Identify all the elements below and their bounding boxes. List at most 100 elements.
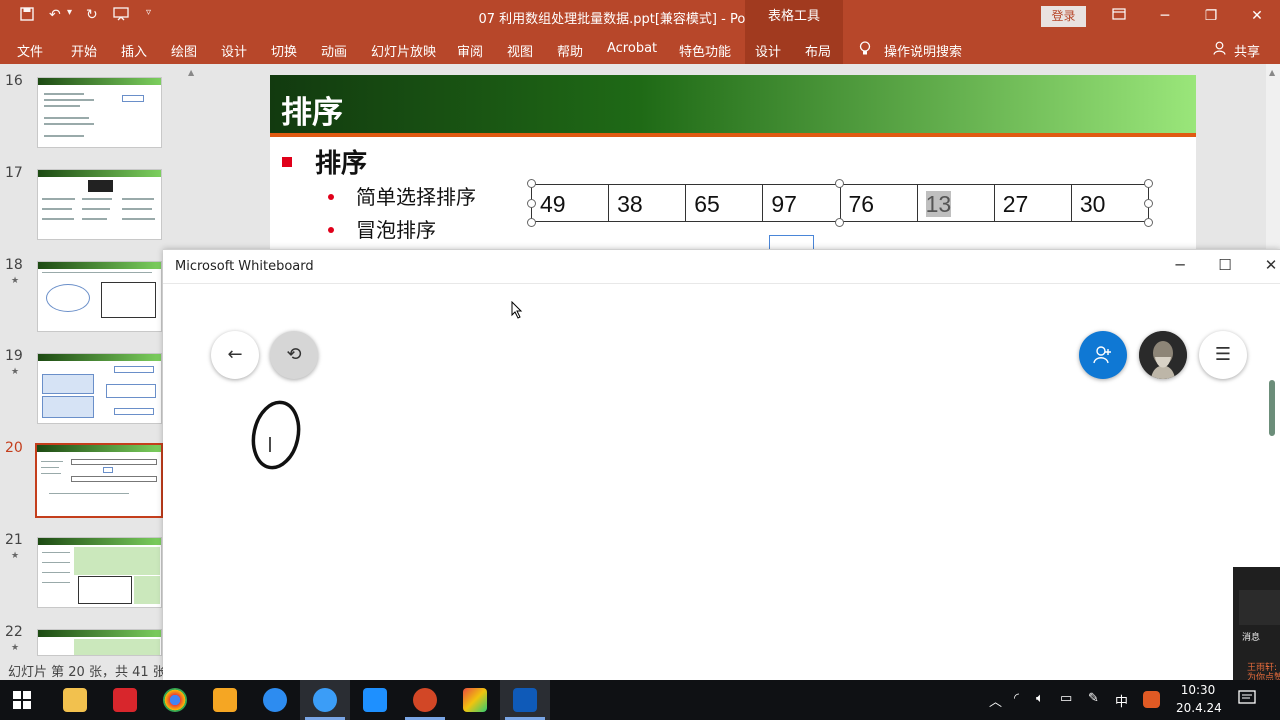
resize-handle[interactable] bbox=[1144, 218, 1153, 227]
tab-review[interactable]: 审阅 bbox=[457, 41, 483, 60]
tab-draw[interactable]: 绘图 bbox=[171, 41, 197, 60]
powerpoint-icon[interactable] bbox=[413, 688, 437, 712]
tab-home[interactable]: 开始 bbox=[71, 41, 97, 60]
invite-button[interactable] bbox=[1079, 331, 1127, 379]
lightbulb-icon[interactable] bbox=[859, 41, 871, 60]
resize-handle[interactable] bbox=[1144, 199, 1153, 208]
whiteboard-scrollbar[interactable] bbox=[1269, 380, 1275, 436]
ink-drawing[interactable]: 0 bbox=[251, 399, 303, 471]
app-icon[interactable] bbox=[213, 688, 237, 712]
tab-special-features[interactable]: 特色功能 bbox=[679, 41, 731, 60]
tab-acrobat[interactable]: Acrobat bbox=[607, 41, 657, 56]
tab-file[interactable]: 文件 bbox=[17, 41, 43, 60]
slide-thumbnail-16[interactable] bbox=[37, 77, 162, 148]
tab-table-design[interactable]: 设计 bbox=[755, 41, 781, 60]
minimize-icon[interactable]: ─ bbox=[1168, 256, 1192, 274]
xmind-icon[interactable] bbox=[113, 688, 137, 712]
minimize-icon[interactable]: ─ bbox=[1155, 6, 1175, 26]
array-cell[interactable]: 49 bbox=[532, 185, 610, 221]
array-cell[interactable]: 38 bbox=[609, 185, 687, 221]
slide-title[interactable]: 排序 bbox=[281, 87, 343, 132]
ribbon-display-options-icon[interactable] bbox=[1109, 6, 1129, 26]
tab-view[interactable]: 视图 bbox=[507, 41, 533, 60]
clock-date[interactable]: 20.4.24 bbox=[1176, 701, 1222, 715]
pinwheel-app-icon[interactable] bbox=[463, 688, 487, 712]
arrow-shape[interactable] bbox=[769, 235, 814, 250]
tell-me-search[interactable]: 操作说明搜索 bbox=[884, 41, 962, 60]
battery-icon[interactable]: ▭ bbox=[1060, 691, 1072, 706]
login-button[interactable]: 登录 bbox=[1041, 6, 1086, 27]
slide-number: 16 bbox=[5, 73, 23, 89]
clock-time[interactable]: 10:30 bbox=[1176, 683, 1220, 697]
tab-slideshow[interactable]: 幻灯片放映 bbox=[371, 41, 436, 60]
tab-insert[interactable]: 插入 bbox=[121, 41, 147, 60]
array-cell[interactable]: 65 bbox=[686, 185, 764, 221]
slide-heading[interactable]: 排序 bbox=[315, 143, 367, 180]
resize-handle[interactable] bbox=[527, 199, 536, 208]
chat-side-panel[interactable]: 消息 王雨轩: 为你点赞 bbox=[1233, 567, 1280, 683]
animation-star-icon: ★ bbox=[11, 276, 20, 286]
tab-animations[interactable]: 动画 bbox=[321, 41, 347, 60]
resize-handle[interactable] bbox=[835, 179, 844, 188]
volume-icon[interactable]: 🔈︎ bbox=[1036, 691, 1044, 706]
messages-label[interactable]: 消息 bbox=[1242, 630, 1260, 643]
resize-handle[interactable] bbox=[1144, 179, 1153, 188]
resize-handle[interactable] bbox=[835, 218, 844, 227]
whiteboard-icon[interactable] bbox=[513, 688, 537, 712]
scroll-up-icon[interactable]: ▲ bbox=[1269, 68, 1275, 77]
close-icon[interactable]: ✕ bbox=[1247, 6, 1267, 26]
slide-number: 17 bbox=[5, 165, 23, 181]
wifi-icon[interactable]: ◜ bbox=[1014, 691, 1019, 706]
array-cell[interactable]: 30 bbox=[1072, 185, 1148, 221]
array-cell[interactable]: 27 bbox=[995, 185, 1072, 221]
bullet-selection-sort[interactable]: 简单选择排序 bbox=[356, 181, 476, 210]
slide-thumbnail-21[interactable] bbox=[37, 537, 162, 608]
sync-button[interactable]: ⟲ bbox=[270, 331, 318, 379]
slide-thumbnail-20[interactable] bbox=[35, 443, 163, 518]
tab-help[interactable]: 帮助 bbox=[557, 41, 583, 60]
whiteboard-window[interactable]: Microsoft Whiteboard ─ ☐ ✕ ← ⟲ ☰ 0 bbox=[163, 249, 1280, 680]
array-table[interactable]: 49 38 65 97 76 13 27 30 bbox=[531, 184, 1149, 222]
share-person-icon[interactable] bbox=[1213, 41, 1226, 59]
feishu-active-icon[interactable] bbox=[313, 688, 337, 712]
close-icon[interactable]: ✕ bbox=[1259, 256, 1280, 274]
editor-scrollbar[interactable]: ▲ bbox=[1266, 64, 1280, 250]
sogou-input-icon[interactable] bbox=[1143, 691, 1160, 708]
ink-text: 0 bbox=[251, 399, 252, 400]
resize-handle[interactable] bbox=[527, 218, 536, 227]
tab-design[interactable]: 设计 bbox=[221, 41, 247, 60]
slide-thumbnail-22[interactable] bbox=[37, 629, 162, 656]
share-button[interactable]: 共享 bbox=[1234, 41, 1260, 60]
pen-icon[interactable]: ✎ bbox=[1088, 691, 1099, 706]
slide-number: 22 bbox=[5, 624, 23, 640]
bullet-bubble-sort[interactable]: 冒泡排序 bbox=[356, 214, 436, 243]
show-hidden-icons-icon[interactable]: ︿ bbox=[989, 691, 1002, 710]
slide-thumbnail-19[interactable] bbox=[37, 353, 162, 424]
maximize-icon[interactable]: ☐ bbox=[1213, 256, 1237, 274]
slide-thumbnail-17[interactable] bbox=[37, 169, 162, 240]
ime-indicator[interactable]: 中 bbox=[1115, 691, 1128, 710]
array-cell[interactable]: 76 bbox=[841, 185, 918, 221]
file-explorer-icon[interactable] bbox=[63, 688, 87, 712]
slide-thumbnail-18[interactable] bbox=[37, 261, 162, 332]
menu-button[interactable]: ☰ bbox=[1199, 331, 1247, 379]
slide-number: 18 bbox=[5, 257, 23, 273]
array-cell[interactable]: 97 bbox=[763, 185, 841, 221]
windows-start-icon[interactable] bbox=[13, 691, 31, 713]
feishu-icon[interactable] bbox=[263, 688, 287, 712]
restore-icon[interactable]: ❐ bbox=[1201, 6, 1221, 26]
scroll-up-icon[interactable]: ▲ bbox=[188, 68, 194, 77]
back-button[interactable]: ← bbox=[211, 331, 259, 379]
bullet-square-icon bbox=[282, 157, 292, 167]
array-cell-selected[interactable]: 13 bbox=[918, 185, 995, 221]
slide-canvas[interactable]: 排序 排序 简单选择排序 冒泡排序 49 38 65 97 76 13 27 3… bbox=[270, 75, 1196, 250]
tab-table-layout[interactable]: 布局 bbox=[805, 41, 831, 60]
resize-handle[interactable] bbox=[527, 179, 536, 188]
notification-icon[interactable] bbox=[1238, 689, 1256, 711]
calendar-icon[interactable] bbox=[363, 688, 387, 712]
chrome-icon[interactable] bbox=[163, 688, 187, 712]
avatar[interactable] bbox=[1139, 331, 1187, 379]
mouse-cursor-icon bbox=[511, 300, 523, 323]
slide-header-band bbox=[270, 75, 1196, 133]
tab-transitions[interactable]: 切换 bbox=[271, 41, 297, 60]
